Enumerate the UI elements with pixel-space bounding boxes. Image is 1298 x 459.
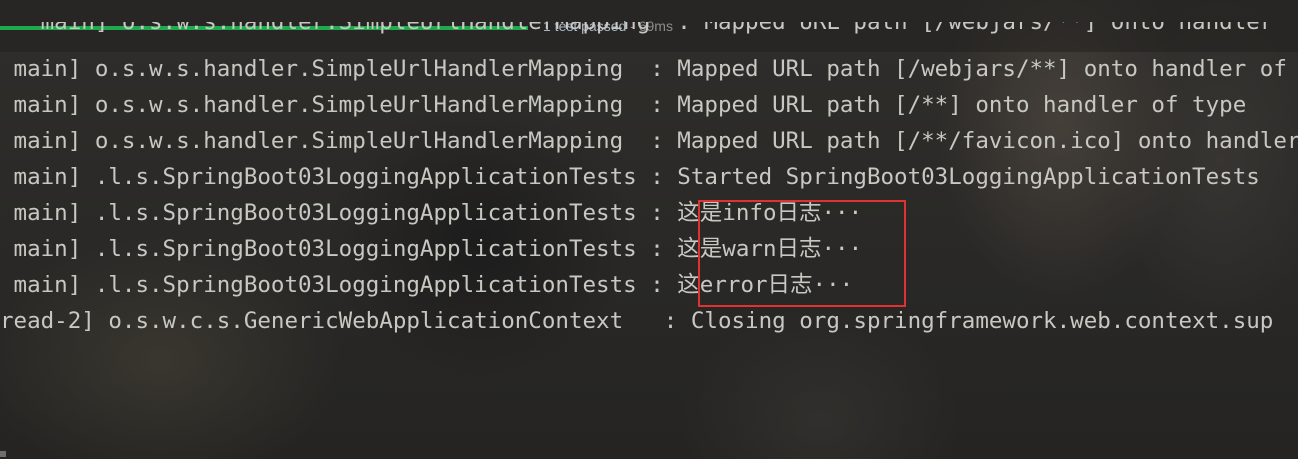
- console-line: main] o.s.w.s.handler.SimpleUrlHandlerMa…: [0, 128, 1298, 154]
- console-line: main] .l.s.SpringBoot03LoggingApplicatio…: [0, 236, 863, 262]
- console-line: main] o.s.w.s.handler.SimpleUrlHandlerMa…: [0, 56, 1298, 82]
- console-partial-line-text: main] o.s.w.s.handler.SimpleUrlHandlerMa…: [0, 22, 1274, 35]
- console-partial-line: main] o.s.w.s.handler.SimpleUrlHandlerMa…: [0, 22, 1298, 50]
- console-line: main] o.s.w.s.handler.SimpleUrlHandlerMa…: [0, 92, 1247, 118]
- console-line: main] .l.s.SpringBoot03LoggingApplicatio…: [0, 164, 1260, 190]
- gutter-marker: [0, 451, 6, 457]
- highlight-annotation-box: [698, 200, 906, 307]
- console-line: main] .l.s.SpringBoot03LoggingApplicatio…: [0, 200, 863, 226]
- console-line: main] .l.s.SpringBoot03LoggingApplicatio…: [0, 272, 854, 298]
- console-line: read-2] o.s.w.c.s.GenericWebApplicationC…: [0, 308, 1274, 334]
